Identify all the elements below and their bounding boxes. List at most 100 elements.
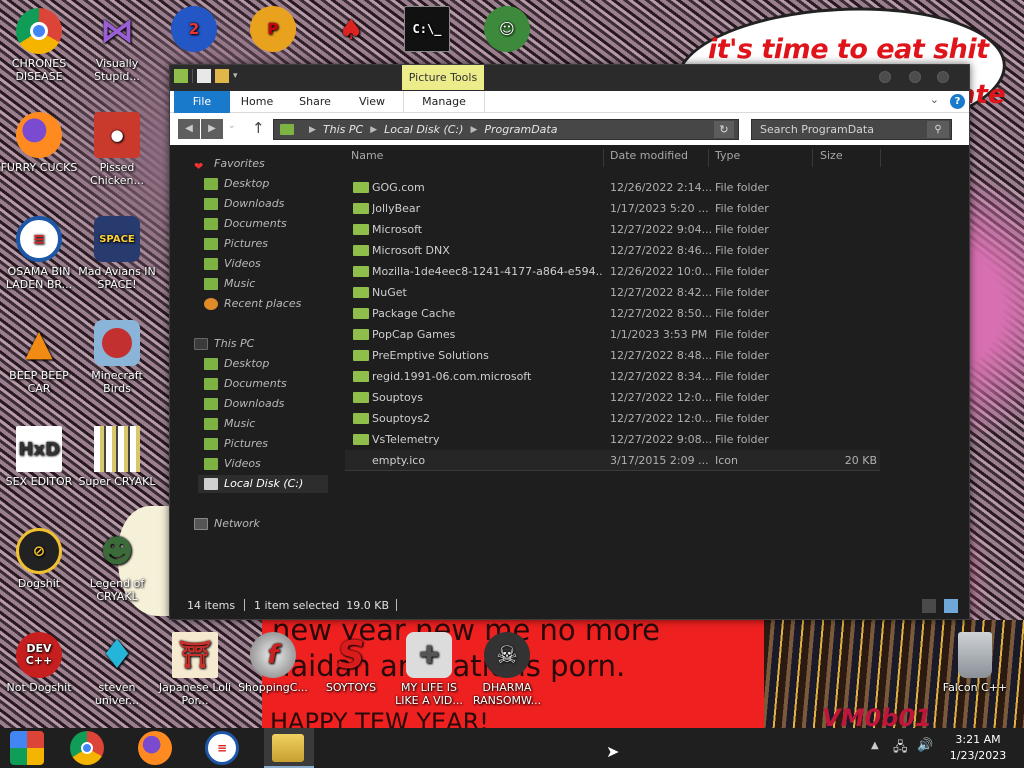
tab-file[interactable]: File [174,91,230,113]
desktop-icon-not-dogshit[interactable]: DEV C++ Not Dogshit [0,632,78,694]
desktop-icon-red-emblem[interactable]: ♠ [312,6,390,55]
column-header-size[interactable]: Size [820,149,843,162]
table-row[interactable]: PreEmptive Solutions 12/27/2022 8:48... Fi… [345,345,880,366]
tab-view[interactable]: View [354,91,390,113]
table-row[interactable]: NuGet 12/27/2022 8:42... File folder [345,282,880,303]
desktop-icon-pissed-chicken[interactable]: ● Pissed Chicken... [78,112,156,187]
expand-ribbon-icon[interactable]: ⌄ [930,93,939,106]
nav-this-pc[interactable]: This PC [194,335,254,353]
breadcrumb-local-disk[interactable]: Local Disk (C:) [384,123,463,136]
desktop-icon-shopping[interactable]: f ShoppingC... [234,632,312,694]
address-bar[interactable]: ▶ This PC ▶ Local Disk (C:) ▶ ProgramDat… [273,119,739,140]
nav-fav-music[interactable]: Music [204,275,255,293]
refresh-icon[interactable]: ↻ [714,121,734,138]
breadcrumb-this-pc[interactable]: This PC [323,123,363,136]
clock-date: 1/23/2023 [949,749,1007,762]
minimize-button[interactable] [879,71,891,83]
table-row[interactable]: Microsoft DNX 12/27/2022 8:46... File fold… [345,240,880,261]
desktop-icon-my-life[interactable]: ✚ MY LIFE IS LIKE A VID... [390,632,468,707]
chevron-down-icon[interactable]: ▾ [233,71,238,81]
back-button[interactable]: ◀ [178,119,200,139]
maximize-button[interactable] [909,71,921,83]
search-input[interactable]: Search ProgramData ⚲ [751,119,952,140]
desktop-icon-dogshit[interactable]: ⊘ Dogshit [0,528,78,590]
column-divider[interactable] [812,149,813,167]
taskbar-clock[interactable]: 3:21 AM 1/23/2023 [946,732,1010,764]
table-row[interactable]: regid.1991-06.com.microsoft 12/27/2022 8:… [345,366,880,387]
desktop-icon-furry-cucks[interactable]: FURRY CUCKS [0,112,78,174]
table-row[interactable]: Mozilla-1de4eec8-1241-4177-a864-e594... 1… [345,261,880,282]
recent-locations-icon[interactable]: ⌄ [228,121,236,131]
table-row-selected[interactable]: empty.ico 3/17/2015 2:09 ... Icon 20 KB [345,450,880,471]
column-divider[interactable] [603,149,604,167]
up-arrow-icon[interactable]: ↑ [252,119,265,137]
nav-pc-downloads[interactable]: Downloads [204,395,284,413]
chrome-taskbar-icon[interactable] [70,731,104,765]
forward-button[interactable]: ▶ [201,119,223,139]
desktop-icon-japanese[interactable]: ⛩ Japanese Loli Por... [156,632,234,707]
desktop-icon-beep-beep-car[interactable]: ▲ BEEP BEEP CAR [0,320,78,395]
nav-pc-pictures[interactable]: Pictures [204,435,268,453]
breadcrumb-programdata[interactable]: ProgramData [484,123,557,136]
desktop-icon-chrones-disease[interactable]: CHRONES DISEASE [0,8,78,83]
large-icons-view-icon[interactable] [944,599,958,613]
desktop-icon-peggle[interactable]: P [234,6,312,55]
close-button[interactable] [937,71,949,83]
table-row[interactable]: JollyBear 1/17/2023 5:20 ... File folder [345,198,880,219]
search-icon[interactable]: ⚲ [927,121,949,138]
start-button[interactable] [10,731,44,765]
nav-pc-documents[interactable]: Documents [204,375,287,393]
column-header-date[interactable]: Date modified [610,149,688,162]
nav-fav-documents[interactable]: Documents [204,215,287,233]
properties-icon[interactable] [197,69,211,83]
table-row[interactable]: Souptoys2 12/27/2022 12:0... File folder [345,408,880,429]
nav-favorites[interactable]: ❤ Favorites [194,155,265,173]
table-row[interactable]: VsTelemetry 12/27/2022 9:08... File folder [345,429,880,450]
column-header-type[interactable]: Type [715,149,740,162]
desktop-icon-steven-universe[interactable]: ♦ steven univer... [78,632,156,708]
volume-tray-icon[interactable]: 🔊 [917,738,933,753]
desktop-icon-legend-of-cryakl[interactable]: ☻ Legend of CRYAKL [78,528,156,604]
column-divider[interactable] [708,149,709,167]
title-bar[interactable]: ▾ Picture Tools [170,65,969,91]
nav-pc-desktop[interactable]: Desktop [204,355,269,373]
nav-fav-pictures[interactable]: Pictures [204,235,268,253]
network-tray-icon[interactable]: 🖧 [893,738,908,760]
obama-taskbar-icon[interactable]: ≡ [205,731,239,765]
nav-fav-desktop[interactable]: Desktop [204,175,269,193]
tab-share[interactable]: Share [294,91,336,113]
desktop-icon-minecraft-birds[interactable]: Minecraft Birds [78,320,156,395]
nav-pc-music[interactable]: Music [204,415,255,433]
nav-network[interactable]: Network [194,515,260,533]
desktop-icon-sex-editor[interactable]: HxD SEX EDITOR [0,426,78,488]
desktop-icon-dharma[interactable]: ☠ DHARMA RANSOMW... [468,632,546,707]
desktop-icon-cmd[interactable]: C:\_ [388,6,466,55]
show-hidden-icons-icon[interactable]: ▲ [871,740,879,751]
column-divider[interactable] [880,149,881,167]
nav-pc-local-disk[interactable]: Local Disk (C:) [198,475,328,493]
table-row[interactable]: Microsoft 12/27/2022 9:04... File folder [345,219,880,240]
desktop-icon-number2[interactable]: 2 [155,6,233,55]
tab-manage[interactable]: Manage [403,91,485,113]
desktop-icon-soup[interactable]: ☺ [468,6,546,55]
firefox-taskbar-icon[interactable] [138,731,172,765]
details-view-icon[interactable] [922,599,936,613]
column-header-name[interactable]: Name [351,149,383,162]
table-row[interactable]: PopCap Games 1/1/2023 3:53 PM File folder [345,324,880,345]
nav-fav-videos[interactable]: Videos [204,255,261,273]
table-row[interactable]: Souptoys 12/27/2022 12:0... File folder [345,387,880,408]
new-folder-icon[interactable] [215,69,229,83]
tab-home[interactable]: Home [236,91,278,113]
nav-pc-videos[interactable]: Videos [204,455,261,473]
nav-fav-downloads[interactable]: Downloads [204,195,284,213]
table-row[interactable]: GOG.com 12/26/2022 2:14... File folder [345,177,880,198]
desktop-icon-osama[interactable]: ≡ OSAMA BIN LADEN BR... [0,216,78,291]
nav-fav-recent-places[interactable]: Recent places [204,295,301,313]
desktop-icon-visually-stupid[interactable]: ⋈ Visually Stupid... [78,8,156,84]
desktop-icon-mad-avians[interactable]: SPACE Mad Avians IN SPACE! [78,216,156,291]
help-icon[interactable]: ? [950,94,965,109]
table-row[interactable]: Package Cache 12/27/2022 8:50... File fold… [345,303,880,324]
desktop-icon-super-cryakl[interactable]: Super CRYAKL [78,426,156,488]
desktop-icon-soytoys[interactable]: S SOYTOYS [312,632,390,695]
desktop-icon-falcon[interactable]: Falcon C++ [936,632,1014,694]
